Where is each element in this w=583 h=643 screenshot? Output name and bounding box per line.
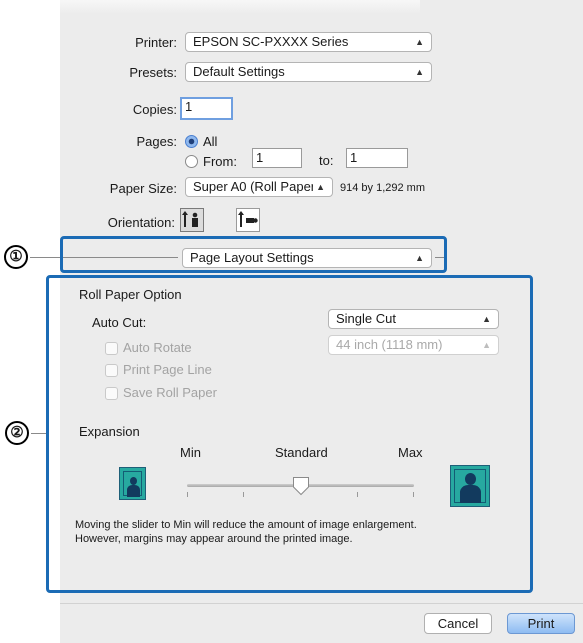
- portrait-orientation-icon: [182, 211, 198, 227]
- copies-label: Copies:: [132, 102, 177, 117]
- callout-1: ①: [4, 245, 28, 269]
- pages-all-label: All: [203, 134, 218, 149]
- chevron-updown-icon: ▲: [482, 340, 491, 350]
- slider-tick: [357, 492, 358, 497]
- roll-width-select-value: 44 inch (1118 mm): [336, 337, 443, 352]
- presets-select[interactable]: Default Settings ▲: [185, 62, 432, 82]
- roll-paper-section-title: Roll Paper Option: [79, 287, 182, 302]
- print-page-line-checkbox: [105, 364, 118, 377]
- pages-from-radio[interactable]: [185, 155, 198, 168]
- expansion-note-line-2: However, margins may appear around the p…: [75, 533, 353, 545]
- orientation-label: Orientation:: [107, 215, 175, 230]
- pages-from-field[interactable]: 1: [252, 148, 302, 168]
- slider-max-label: Max: [398, 445, 423, 460]
- titlebar-fade: [60, 0, 420, 14]
- pages-to-field[interactable]: 1: [346, 148, 408, 168]
- slider-tick: [243, 492, 244, 497]
- footer-divider: [60, 603, 583, 604]
- paper-size-select-value: Super A0 (Roll Paper...: [193, 179, 326, 194]
- large-image-icon: [450, 465, 490, 507]
- pages-label: Pages:: [136, 134, 177, 149]
- auto-cut-select[interactable]: Single Cut ▲: [328, 309, 499, 329]
- pages-all-radio[interactable]: [185, 135, 198, 148]
- printer-select-value: EPSON SC-PXXXX Series: [193, 34, 349, 49]
- expansion-title: Expansion: [79, 424, 140, 439]
- chevron-updown-icon: ▲: [415, 67, 424, 77]
- portrait-orientation-button[interactable]: [180, 208, 204, 232]
- print-button[interactable]: Print: [507, 613, 575, 634]
- panel-select[interactable]: Page Layout Settings ▲: [182, 248, 432, 268]
- roll-width-select: 44 inch (1118 mm) ▲: [328, 335, 499, 355]
- presets-select-value: Default Settings: [193, 64, 285, 79]
- chevron-updown-icon: ▲: [313, 178, 325, 196]
- callout-1-line: [30, 257, 63, 258]
- expansion-note: Moving the slider to Min will reduce the…: [75, 518, 417, 546]
- slider-standard-label: Standard: [275, 445, 328, 460]
- printer-label: Printer:: [135, 35, 177, 50]
- save-roll-paper-label: Save Roll Paper: [123, 385, 217, 400]
- auto-cut-select-value: Single Cut: [336, 311, 396, 326]
- pages-to-label: to:: [319, 153, 334, 168]
- chevron-updown-icon: ▲: [482, 314, 491, 324]
- slider-min-label: Min: [180, 445, 201, 460]
- callout-2-line: [31, 433, 47, 434]
- auto-rotate-label: Auto Rotate: [123, 340, 192, 355]
- pages-from-label: From:: [203, 154, 237, 169]
- paper-size-select[interactable]: Super A0 (Roll Paper... ▲: [185, 177, 333, 197]
- chevron-updown-icon: ▲: [415, 37, 424, 47]
- landscape-orientation-button[interactable]: [236, 208, 260, 232]
- panel-select-value: Page Layout Settings: [190, 250, 314, 265]
- slider-tick: [413, 492, 414, 497]
- save-roll-paper-checkbox: [105, 387, 118, 400]
- slider-thumb[interactable]: [292, 476, 310, 496]
- small-image-icon: [119, 467, 146, 500]
- paper-size-dimensions: 914 by 1,292 mm: [340, 182, 425, 194]
- copies-field[interactable]: 1: [180, 97, 233, 120]
- paper-size-label: Paper Size:: [109, 181, 177, 196]
- chevron-updown-icon: ▲: [415, 253, 424, 263]
- callout-2: ②: [5, 421, 29, 445]
- auto-cut-label: Auto Cut:: [92, 315, 147, 330]
- expansion-slider[interactable]: [187, 474, 414, 504]
- landscape-orientation-icon: [238, 211, 258, 227]
- print-page-line-label: Print Page Line: [123, 362, 212, 377]
- expansion-note-line-1: Moving the slider to Min will reduce the…: [75, 519, 417, 531]
- auto-rotate-checkbox: [105, 342, 118, 355]
- presets-label: Presets:: [129, 65, 177, 80]
- slider-tick: [187, 492, 188, 497]
- printer-select[interactable]: EPSON SC-PXXXX Series ▲: [185, 32, 432, 52]
- cancel-button[interactable]: Cancel: [424, 613, 492, 634]
